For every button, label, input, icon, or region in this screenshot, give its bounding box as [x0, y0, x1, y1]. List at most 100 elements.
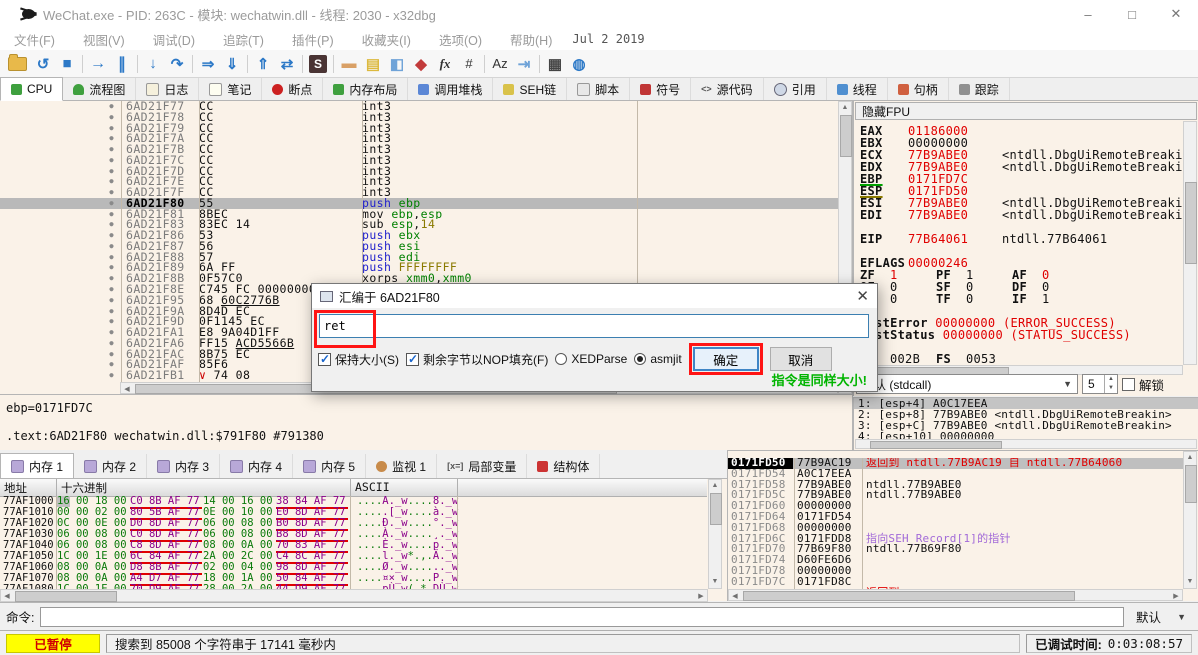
tab-struct[interactable]: 结构体	[527, 454, 600, 478]
memory-vscrollbar[interactable]: ▲ ▼	[708, 479, 722, 589]
register-row[interactable]: GS002BFS0053	[860, 353, 1182, 365]
ok-button[interactable]: 确定	[693, 347, 759, 371]
step-out-icon[interactable]: ⇓	[220, 53, 244, 75]
tab-source[interactable]: <>源代码	[691, 78, 764, 100]
command-profile-select[interactable]: 默认 ▼	[1128, 607, 1194, 627]
scroll-left-icon[interactable]: ◀	[729, 592, 741, 602]
keep-size-checkbox[interactable]: 保持大小(S)	[318, 351, 399, 368]
disasm-row[interactable]: ●6AD21F896A FFpush FFFFFFFF	[0, 262, 838, 273]
args-hscrollbar[interactable]	[855, 439, 1197, 449]
menu-item-6[interactable]: 收藏夹(I)	[348, 30, 425, 49]
stack-vscrollbar[interactable]: ▲ ▼	[1183, 451, 1197, 589]
calculator-icon[interactable]: ▦	[543, 53, 567, 75]
disasm-row[interactable]: ●6AD21F7FCCint3	[0, 187, 838, 198]
menu-item-3[interactable]: 调试(D)	[139, 30, 209, 49]
pause-icon[interactable]: ∥	[110, 53, 134, 75]
step-over-icon[interactable]: ↷	[165, 53, 189, 75]
stop-icon[interactable]: ■	[55, 53, 79, 75]
registers-vscrollbar[interactable]	[1183, 121, 1197, 365]
disasm-row[interactable]: ●6AD21F7CCCint3	[0, 155, 838, 166]
strings-icon[interactable]: Az	[488, 53, 512, 75]
scroll-right-icon[interactable]: ▶	[1170, 592, 1182, 602]
command-input[interactable]	[40, 607, 1124, 627]
scrollbar-thumb[interactable]	[743, 591, 1075, 601]
hash-icon[interactable]: #	[457, 53, 481, 75]
menu-item-1[interactable]: 文件(F)	[0, 30, 69, 49]
disasm-row[interactable]: ●6AD21F77CCint3	[0, 101, 838, 112]
scroll-up-icon[interactable]: ▲	[839, 103, 851, 113]
scroll-left-icon[interactable]: ◀	[1, 592, 13, 602]
attach-icon[interactable]: ⇥	[512, 53, 536, 75]
disasm-row[interactable]: ●6AD21F8653push ebx	[0, 230, 838, 241]
tab-watch[interactable]: 监视 1	[366, 454, 437, 478]
scroll-up-icon[interactable]: ▲	[1184, 453, 1196, 463]
disasm-row[interactable]: ●6AD21F8055push ebp	[0, 198, 838, 209]
maximize-button[interactable]: □	[1110, 1, 1154, 27]
disasm-row[interactable]: ●6AD21F8857push edi	[0, 252, 838, 263]
disasm-row[interactable]: ●6AD21F8383EC 14sub esp,14	[0, 219, 838, 230]
tab-script[interactable]: 脚本	[567, 78, 630, 100]
menu-item-5[interactable]: 插件(P)	[278, 30, 348, 49]
scrollbar-thumb[interactable]	[710, 493, 722, 525]
asmjit-radio[interactable]: asmjit	[634, 352, 681, 366]
labels-icon[interactable]: ◧	[385, 53, 409, 75]
dialog-titlebar[interactable]: 汇编于 6AD21F80 ✕	[312, 284, 877, 308]
open-file-icon[interactable]	[8, 57, 27, 71]
disasm-row[interactable]: ●6AD21F7BCCint3	[0, 144, 838, 155]
register-row[interactable]: EDI77B9ABE0<ntdll.DbgUiRemoteBreakin>	[860, 209, 1182, 221]
comments-icon[interactable]: ▤	[361, 53, 385, 75]
globe-icon[interactable]: ◍	[567, 53, 591, 75]
tab-locals[interactable]: [x=]局部变量	[437, 454, 527, 478]
disasm-row[interactable]: ●6AD21F79CCint3	[0, 123, 838, 134]
run-until-return-icon[interactable]: ⇑	[251, 53, 275, 75]
tab-handles[interactable]: 句柄	[888, 78, 949, 100]
args-count-stepper[interactable]: 5 ▲▼	[1082, 374, 1118, 394]
scroll-down-icon[interactable]: ▼	[709, 577, 721, 587]
scroll-up-icon[interactable]: ▲	[709, 481, 721, 491]
tab-log[interactable]: 日志	[136, 78, 199, 100]
unlock-checkbox[interactable]: 解锁	[1122, 375, 1164, 394]
menu-item-4[interactable]: 追踪(T)	[209, 30, 278, 49]
scroll-down-icon[interactable]: ▼	[1184, 577, 1196, 587]
tab-threads[interactable]: 线程	[827, 78, 888, 100]
menu-item-7[interactable]: 选项(O)	[425, 30, 496, 49]
tab-graph[interactable]: 流程图	[63, 78, 136, 100]
tab-cpu[interactable]: CPU	[0, 77, 63, 101]
stack-hscrollbar[interactable]: ◀ ▶	[728, 589, 1183, 601]
tab-memory[interactable]: 内存 5	[293, 454, 366, 478]
step-into-icon[interactable]: ↓	[141, 53, 165, 75]
register-row[interactable]: EIP77B64061ntdll.77B64061	[860, 233, 1182, 245]
xedparse-radio[interactable]: XEDParse	[555, 352, 627, 366]
memory-header-ascii[interactable]: ASCII	[351, 479, 458, 496]
assembly-instruction-input[interactable]	[319, 314, 869, 338]
tab-seh-chain[interactable]: SEH链	[493, 78, 567, 100]
restart-icon[interactable]: ↺	[31, 53, 55, 75]
stack-row[interactable]: 0171FD7C0171FD8C	[728, 577, 1183, 588]
memory-header-hex[interactable]: 十六进制	[57, 479, 351, 496]
calling-convention-select[interactable]: 默认 (stdcall) ▼	[856, 374, 1078, 394]
run-icon[interactable]: →	[86, 53, 110, 75]
tab-memory[interactable]: 内存 3	[147, 454, 220, 478]
memory-header-address[interactable]: 地址	[0, 479, 57, 496]
spin-up-icon[interactable]: ▲	[1105, 375, 1117, 384]
memory-hscrollbar[interactable]: ◀ ▶	[0, 589, 708, 602]
tab-memory[interactable]: 内存 4	[220, 454, 293, 478]
dialog-close-icon[interactable]: ✕	[856, 289, 869, 304]
disasm-row[interactable]: ●6AD21F7ECCint3	[0, 176, 838, 187]
patch-icon[interactable]: ▬	[337, 53, 361, 75]
scrollbar-thumb[interactable]	[870, 441, 1002, 449]
register-row[interactable]: CF0TF0IF1	[860, 293, 1182, 305]
tab-references[interactable]: 引用	[764, 78, 827, 100]
disasm-row[interactable]: ●6AD21F818BECmov ebp,esp	[0, 209, 838, 220]
close-button[interactable]: ✕	[1154, 1, 1198, 27]
disasm-row[interactable]: ●6AD21F7ACCint3	[0, 133, 838, 144]
tab-call-stack[interactable]: 调用堆栈	[408, 78, 493, 100]
menu-item-2[interactable]: 视图(V)	[69, 30, 139, 49]
disasm-row[interactable]: ●6AD21F78CCint3	[0, 112, 838, 123]
tab-memory-map[interactable]: 内存布局	[323, 78, 408, 100]
scrollbar-thumb[interactable]	[15, 591, 117, 602]
run-to-user-code-icon[interactable]: ⇒	[196, 53, 220, 75]
bookmarks-icon[interactable]: ◆	[409, 53, 433, 75]
tab-symbols[interactable]: 符号	[630, 78, 691, 100]
fill-nop-checkbox[interactable]: 剩余字节以NOP填充(F)	[406, 351, 548, 368]
